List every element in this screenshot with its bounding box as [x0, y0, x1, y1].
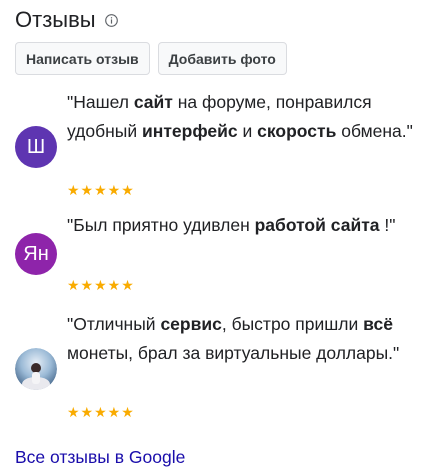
- all-reviews-link[interactable]: Все отзывы в Google: [15, 447, 185, 468]
- review-text-part: , быстро пришли: [221, 314, 364, 334]
- review-text-part: и: [237, 121, 258, 141]
- review-text-bold: сервис: [160, 314, 222, 334]
- avatar-photo-image: [15, 348, 57, 390]
- reviews-header: Отзывы: [15, 7, 118, 33]
- avatar: Ш: [15, 126, 57, 168]
- review-text-part: "Нашел: [67, 92, 134, 112]
- review-text-part: обмена.": [336, 121, 413, 141]
- info-icon[interactable]: [104, 13, 118, 27]
- avatar-photo: [15, 348, 57, 390]
- review-text-part: "Был приятно удивлен: [67, 215, 255, 235]
- review-actions: Написать отзыв Добавить фото: [15, 42, 287, 75]
- star-rating: ★★★★★: [67, 277, 135, 293]
- review-text-bold: интерфейс: [142, 121, 238, 141]
- review-text: "Был приятно удивлен работой сайта !": [67, 211, 422, 240]
- review-text-bold: работой: [254, 215, 326, 235]
- reviews-title: Отзывы: [15, 7, 96, 32]
- review-text-bold: сайта: [330, 215, 380, 235]
- review-text-bold: скорость: [257, 121, 337, 141]
- avatar: Ян: [15, 233, 57, 275]
- review-text-bold: всё: [363, 314, 393, 334]
- review-text: "Нашел сайт на форуме, понравился удобны…: [67, 88, 422, 146]
- review-text-bold: сайт: [133, 92, 173, 112]
- review-text-part: "Отличный: [67, 314, 161, 334]
- star-rating: ★★★★★: [67, 182, 135, 198]
- review-text: "Отличный сервис, быстро пришли всё моне…: [67, 310, 422, 368]
- star-rating: ★★★★★: [67, 404, 135, 420]
- avatar-letter: Ш: [26, 135, 46, 158]
- review-text-part: монеты, брал за виртуальные доллары.": [67, 343, 400, 363]
- add-photo-button[interactable]: Добавить фото: [157, 42, 287, 75]
- review-text-part: !": [379, 215, 396, 235]
- write-review-button[interactable]: Написать отзыв: [15, 42, 150, 75]
- avatar-letter: Ян: [23, 242, 49, 265]
